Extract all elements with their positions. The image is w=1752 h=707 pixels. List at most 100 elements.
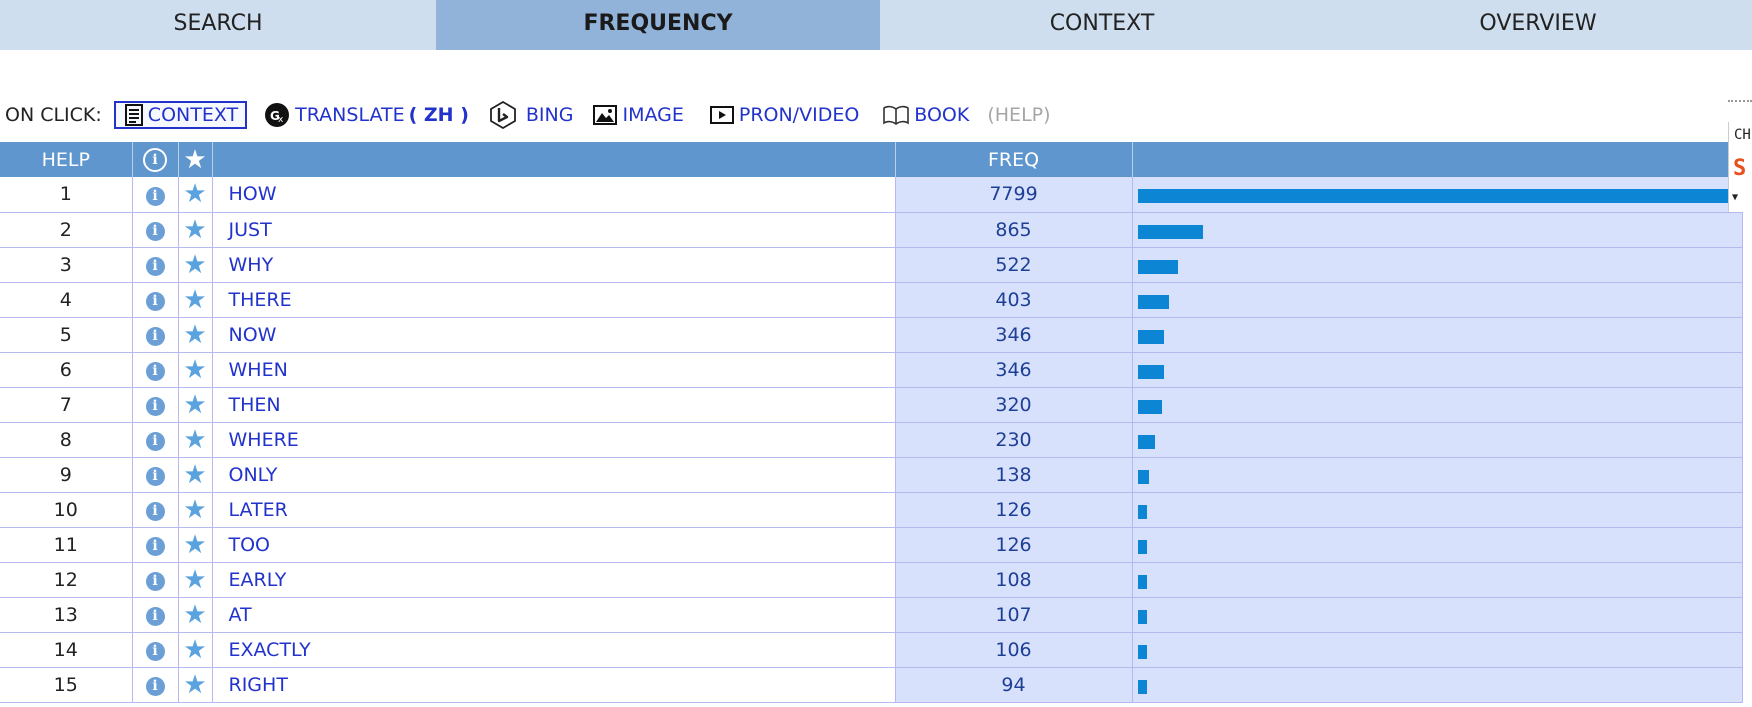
translate-language[interactable]: ( ZH )	[409, 104, 469, 126]
info-icon[interactable]: i	[145, 362, 165, 381]
table-row[interactable]: 9 i ★ ONLY 138	[0, 457, 1743, 493]
star-icon[interactable]: ★	[183, 565, 206, 595]
info-icon[interactable]: i	[145, 467, 165, 486]
word-link[interactable]: EARLY	[229, 569, 287, 591]
star-icon[interactable]: ★	[183, 495, 206, 525]
word-cell[interactable]: TOO	[212, 527, 896, 563]
star-icon[interactable]: ★	[183, 530, 206, 560]
image-option[interactable]: IMAGE	[593, 104, 684, 126]
word-link[interactable]: JUST	[229, 219, 272, 241]
word-cell[interactable]: WHERE	[212, 422, 896, 458]
star-cell[interactable]: ★	[178, 527, 213, 563]
word-link[interactable]: EXACTLY	[229, 639, 311, 661]
tab-context[interactable]: CONTEXT	[880, 0, 1324, 50]
table-row[interactable]: 10 i ★ LATER 126	[0, 492, 1743, 528]
word-cell[interactable]: THEN	[212, 387, 896, 423]
pron-video-option[interactable]: PRON/VIDEO	[709, 104, 859, 126]
info-icon[interactable]: i	[145, 292, 165, 311]
info-icon[interactable]: i	[145, 257, 165, 276]
info-cell[interactable]: i	[132, 247, 179, 283]
word-link[interactable]: THERE	[229, 289, 292, 311]
info-icon[interactable]: i	[145, 677, 165, 696]
table-row[interactable]: 2 i ★ JUST 865	[0, 212, 1743, 248]
tab-frequency[interactable]: FREQUENCY	[436, 0, 880, 50]
star-cell[interactable]: ★	[178, 562, 213, 598]
table-row[interactable]: 7 i ★ THEN 320	[0, 387, 1743, 423]
info-icon[interactable]: i	[145, 222, 165, 241]
info-cell[interactable]: i	[132, 282, 179, 318]
word-cell[interactable]: RIGHT	[212, 667, 896, 703]
info-cell[interactable]: i	[132, 352, 179, 388]
table-row[interactable]: 6 i ★ WHEN 346	[0, 352, 1743, 388]
tab-overview[interactable]: OVERVIEW	[1324, 0, 1752, 50]
word-cell[interactable]: HOW	[212, 177, 896, 213]
info-icon[interactable]: i	[145, 537, 165, 556]
star-cell[interactable]: ★	[178, 632, 213, 668]
info-icon[interactable]: i	[145, 397, 165, 416]
star-icon[interactable]: ★	[183, 179, 206, 209]
star-header[interactable]: ★	[178, 142, 213, 177]
info-icon[interactable]: i	[145, 572, 165, 591]
star-icon[interactable]: ★	[183, 215, 206, 245]
info-icon[interactable]: i	[145, 432, 165, 451]
star-cell[interactable]: ★	[178, 457, 213, 493]
tab-search[interactable]: SEARCH	[0, 0, 436, 50]
star-icon[interactable]: ★	[183, 670, 206, 700]
word-link[interactable]: ONLY	[229, 464, 278, 486]
info-cell[interactable]: i	[132, 562, 179, 598]
star-icon[interactable]: ★	[183, 425, 206, 455]
table-row[interactable]: 14 i ★ EXACTLY 106	[0, 632, 1743, 668]
star-icon[interactable]: ★	[183, 250, 206, 280]
word-cell[interactable]: WHEN	[212, 352, 896, 388]
word-cell[interactable]: THERE	[212, 282, 896, 318]
star-cell[interactable]: ★	[178, 352, 213, 388]
word-cell[interactable]: LATER	[212, 492, 896, 528]
star-icon[interactable]: ★	[183, 635, 206, 665]
help-header[interactable]: HELP	[0, 142, 133, 177]
star-icon[interactable]: ★	[183, 600, 206, 630]
word-cell[interactable]: EXACTLY	[212, 632, 896, 668]
star-icon[interactable]: ★	[183, 320, 206, 350]
info-icon[interactable]: i	[145, 607, 165, 626]
star-cell[interactable]: ★	[178, 282, 213, 318]
info-cell[interactable]: i	[132, 457, 179, 493]
word-link[interactable]: AT	[229, 604, 252, 626]
star-cell[interactable]: ★	[178, 177, 213, 213]
star-icon[interactable]: ★	[183, 390, 206, 420]
bing-option[interactable]: BING	[489, 101, 573, 129]
star-icon[interactable]: ★	[183, 355, 206, 385]
word-cell[interactable]: ONLY	[212, 457, 896, 493]
word-cell[interactable]: EARLY	[212, 562, 896, 598]
table-row[interactable]: 5 i ★ NOW 346	[0, 317, 1743, 353]
word-cell[interactable]: AT	[212, 597, 896, 633]
word-link[interactable]: LATER	[229, 499, 288, 521]
table-row[interactable]: 1 i ★ HOW 7799	[0, 177, 1743, 213]
info-cell[interactable]: i	[132, 422, 179, 458]
freq-header[interactable]: FREQ	[895, 142, 1133, 177]
word-link[interactable]: HOW	[229, 183, 277, 205]
info-cell[interactable]: i	[132, 177, 179, 213]
table-row[interactable]: 15 i ★ RIGHT 94	[0, 667, 1743, 703]
info-cell[interactable]: i	[132, 667, 179, 703]
table-row[interactable]: 13 i ★ AT 107	[0, 597, 1743, 633]
help-link[interactable]: (HELP)	[987, 104, 1050, 126]
info-cell[interactable]: i	[132, 212, 179, 248]
word-link[interactable]: RIGHT	[229, 674, 288, 696]
star-cell[interactable]: ★	[178, 422, 213, 458]
table-row[interactable]: 8 i ★ WHERE 230	[0, 422, 1743, 458]
book-option[interactable]: BOOK	[883, 104, 969, 126]
table-row[interactable]: 4 i ★ THERE 403	[0, 282, 1743, 318]
info-icon[interactable]: i	[145, 502, 165, 521]
table-row[interactable]: 3 i ★ WHY 522	[0, 247, 1743, 283]
info-cell[interactable]: i	[132, 527, 179, 563]
star-cell[interactable]: ★	[178, 387, 213, 423]
star-cell[interactable]: ★	[178, 317, 213, 353]
info-icon[interactable]: i	[145, 186, 165, 206]
word-link[interactable]: THEN	[229, 394, 281, 416]
info-cell[interactable]: i	[132, 492, 179, 528]
info-cell[interactable]: i	[132, 317, 179, 353]
star-cell[interactable]: ★	[178, 597, 213, 633]
word-link[interactable]: NOW	[229, 324, 277, 346]
star-icon[interactable]: ★	[183, 285, 206, 315]
info-icon[interactable]: i	[145, 327, 165, 346]
